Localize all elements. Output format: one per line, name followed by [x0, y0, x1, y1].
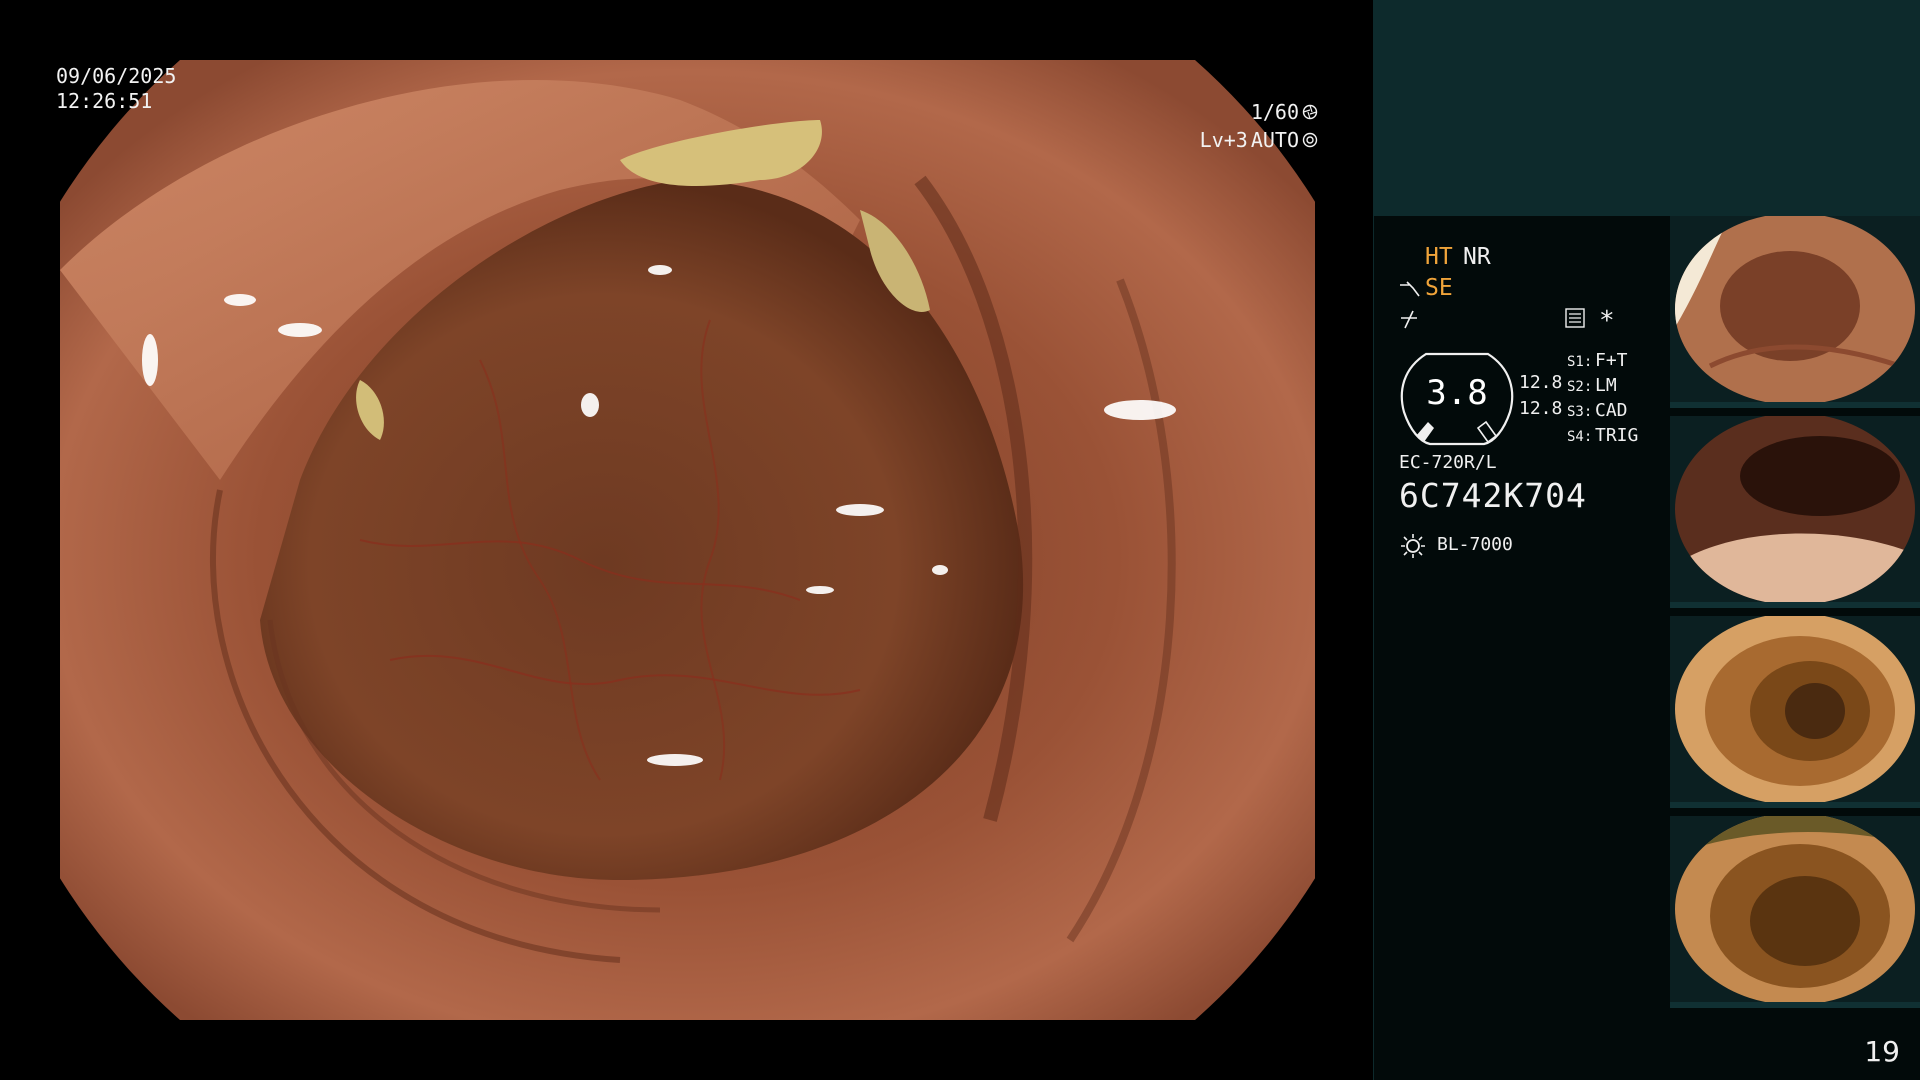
- exposure-readout: 1/60 Lv+3 AUTO: [1200, 98, 1318, 154]
- level-text: Lv+3: [1199, 128, 1248, 152]
- light-source-icon: [1401, 534, 1425, 558]
- s2-key: S2:: [1567, 379, 1593, 395]
- s3-key: S3:: [1567, 404, 1593, 420]
- thumbnail-footer: [1670, 602, 1920, 608]
- panel-divider: [1373, 0, 1374, 1080]
- gauge-value: 3.8: [1426, 373, 1488, 413]
- live-endoscope-view: 09/06/2025 12:26:51 1/60 Lv+3 AUTO: [0, 0, 1372, 1080]
- shutter-row: 1/60: [1200, 98, 1318, 126]
- s4-key: S4:: [1567, 429, 1593, 445]
- thumbnail-4[interactable]: [1670, 816, 1920, 1008]
- hook-icon: [1401, 310, 1417, 329]
- thumbnail-2[interactable]: [1670, 416, 1920, 608]
- se-label: SE: [1425, 275, 1453, 301]
- page-number: 19: [1864, 1035, 1900, 1068]
- s2-value: LM: [1595, 375, 1617, 396]
- shutter-speed: 1/60: [1250, 100, 1299, 124]
- date-time-readout: 09/06/2025 12:26:51: [56, 64, 176, 114]
- date-text: 09/06/2025: [56, 64, 177, 88]
- nr-label: NR: [1463, 244, 1491, 270]
- s3-value: CAD: [1595, 400, 1628, 421]
- iris-icon: [1302, 132, 1318, 148]
- aperture-icon: [1302, 104, 1318, 120]
- panel-header-band: [1373, 0, 1920, 216]
- gauge-bottom-value: 12.8: [1519, 398, 1563, 419]
- gauge-top-value: 12.8: [1519, 372, 1563, 393]
- scope-model: EC-720R/L: [1399, 452, 1497, 473]
- thumbnail-image: [1675, 616, 1915, 802]
- asterisk-marker: *: [1599, 306, 1615, 336]
- thumbnail-image: [1675, 416, 1915, 602]
- thumbnail-footer: [1670, 1002, 1920, 1008]
- s1-key: S1:: [1567, 354, 1593, 370]
- iris-mode-text: AUTO: [1250, 128, 1299, 152]
- scope-serial: 6C742K704: [1399, 476, 1587, 515]
- thumbnail-1[interactable]: [1670, 216, 1920, 408]
- memo-icon: [1565, 308, 1585, 328]
- thumbnail-image: [1675, 816, 1915, 1002]
- thumbnail-footer: [1670, 402, 1920, 408]
- thumbnail-footer: [1670, 802, 1920, 808]
- endoscopy-monitor: 09/06/2025 12:26:51 1/60 Lv+3 AUTO HT NR…: [0, 0, 1920, 1080]
- structure-enhancement-icon: [1400, 281, 1420, 297]
- colon-lumen-image: [60, 60, 1315, 1020]
- info-side-panel: HT NR SE * 3.8 12.8 12.8 S1: F+T S2: LM …: [1373, 0, 1920, 1080]
- thumbnail-image: [1675, 216, 1915, 402]
- s1-value: F+T: [1595, 350, 1628, 371]
- thumbnail-3[interactable]: [1670, 616, 1920, 808]
- time-text: 12:26:51: [56, 89, 153, 113]
- iris-row: Lv+3 AUTO: [1200, 126, 1318, 154]
- s4-value: TRIG: [1595, 425, 1639, 446]
- light-source-model: BL-7000: [1437, 534, 1513, 555]
- ht-label: HT: [1425, 244, 1453, 270]
